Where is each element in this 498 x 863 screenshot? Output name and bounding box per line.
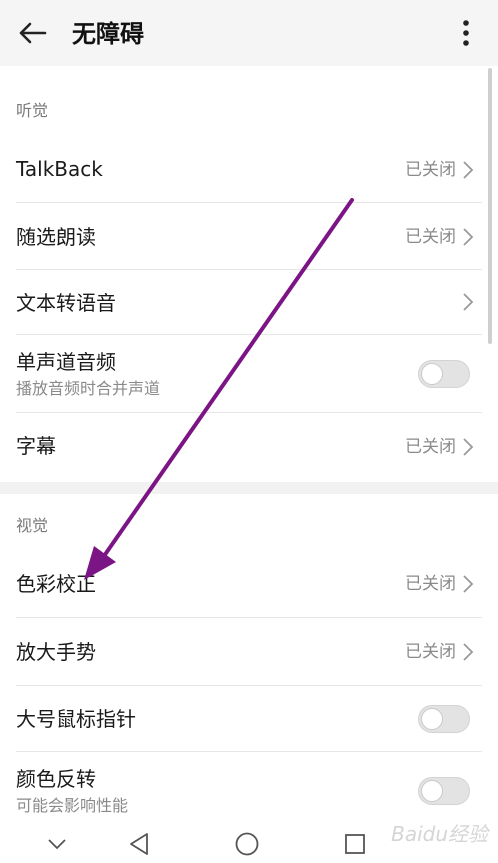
row-large-mouse-pointer[interactable]: 大号鼠标指针	[0, 686, 498, 752]
section-header-vision: 视觉	[16, 516, 49, 535]
row-captions[interactable]: 字幕 已关闭	[0, 413, 498, 480]
nav-home-button[interactable]	[230, 828, 264, 860]
square-recents-icon	[345, 834, 365, 854]
row-title: TalkBack	[16, 157, 103, 181]
nav-back-button[interactable]	[122, 828, 156, 860]
scrollbar[interactable]	[488, 68, 492, 344]
back-button[interactable]	[14, 15, 50, 51]
status-text: 已关闭	[405, 227, 456, 247]
status-text: 已关闭	[405, 574, 456, 594]
row-select-to-speak[interactable]: 随选朗读 已关闭	[0, 203, 498, 270]
triangle-back-icon	[130, 833, 148, 855]
row-subtitle: 播放音频时合并声道	[16, 379, 161, 398]
row-text-to-speech[interactable]: 文本转语音	[0, 270, 498, 335]
row-title: 色彩校正	[16, 572, 96, 596]
chevron-right-icon	[463, 438, 474, 456]
page-title: 无障碍	[72, 20, 144, 48]
arrow-left-icon	[19, 22, 47, 44]
chevron-right-icon	[463, 161, 474, 179]
row-title: 大号鼠标指针	[16, 707, 136, 731]
row-color-correction[interactable]: 色彩校正 已关闭	[0, 550, 498, 618]
row-title: 放大手势	[16, 640, 96, 664]
row-subtitle: 可能会影响性能	[16, 796, 129, 815]
chevron-right-icon	[463, 293, 474, 311]
circle-home-icon	[235, 832, 259, 856]
nav-hide-button[interactable]	[40, 828, 74, 860]
row-title: 颜色反转	[16, 767, 96, 791]
watermark: Baidu经验	[391, 822, 488, 846]
settings-list: 听觉 TalkBack 已关闭 随选朗读 已关闭 文本转语音 单声道音频 播放音…	[0, 66, 498, 826]
chevron-right-icon	[463, 643, 474, 661]
chevron-down-icon	[48, 839, 66, 850]
large-pointer-toggle[interactable]	[418, 705, 470, 733]
chevron-right-icon	[463, 228, 474, 246]
row-title: 文本转语音	[16, 291, 116, 315]
color-inversion-toggle[interactable]	[418, 777, 470, 805]
status-text: 已关闭	[405, 160, 456, 180]
row-talkback[interactable]: TalkBack 已关闭	[0, 136, 498, 203]
row-title: 单声道音频	[16, 350, 116, 374]
toggle-knob	[421, 780, 443, 802]
status-text: 已关闭	[405, 642, 456, 662]
more-vert-icon	[463, 20, 469, 46]
app-bar: 无障碍	[0, 0, 498, 66]
more-options-button[interactable]	[448, 15, 484, 51]
toggle-knob	[421, 363, 443, 385]
status-text: 已关闭	[405, 437, 456, 457]
row-title: 字幕	[16, 434, 56, 458]
row-magnification-gesture[interactable]: 放大手势 已关闭	[0, 618, 498, 686]
row-mono-audio[interactable]: 单声道音频 播放音频时合并声道	[0, 335, 498, 413]
toggle-knob	[421, 708, 443, 730]
row-title: 随选朗读	[16, 225, 96, 249]
mono-audio-toggle[interactable]	[418, 360, 470, 388]
row-color-inversion[interactable]: 颜色反转 可能会影响性能	[0, 752, 498, 826]
nav-recents-button[interactable]	[338, 828, 372, 860]
section-header-hearing: 听觉	[16, 101, 49, 120]
chevron-right-icon	[463, 575, 474, 593]
section-gap	[0, 482, 498, 494]
